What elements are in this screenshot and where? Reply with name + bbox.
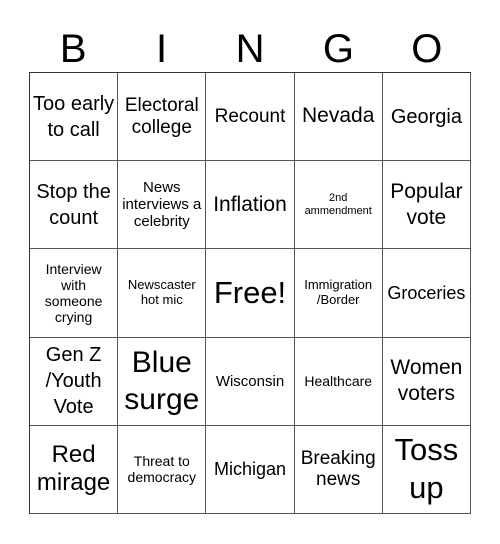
bingo-cell[interactable]: Immigration /Border xyxy=(294,249,383,338)
bingo-cell[interactable]: Red mirage xyxy=(30,425,119,514)
bingo-cell[interactable]: 2nd ammendment xyxy=(294,161,383,250)
header-letter-b: B xyxy=(59,27,87,71)
bingo-card: Too early to call Electoral college Reco… xyxy=(29,72,471,514)
bingo-cell[interactable]: Interview with someone crying xyxy=(30,249,119,338)
header-letter-g: G xyxy=(322,27,354,71)
header-letter-n: N xyxy=(235,27,265,71)
bingo-cell[interactable]: Threat to democracy xyxy=(118,425,207,514)
bingo-cell[interactable]: Electoral college xyxy=(118,73,207,162)
bingo-cell[interactable]: Michigan xyxy=(206,425,295,514)
bingo-cell[interactable]: Inflation xyxy=(206,161,295,250)
bingo-header: B I N G O xyxy=(29,26,471,72)
bingo-cell[interactable]: Blue surge xyxy=(118,337,207,426)
bingo-cell[interactable]: Nevada xyxy=(294,73,383,162)
bingo-cell[interactable]: Popular vote xyxy=(382,161,471,250)
bingo-cell[interactable]: Healthcare xyxy=(294,337,383,426)
header-letter-o: O xyxy=(411,27,443,71)
header-letter-i: I xyxy=(156,27,168,71)
bingo-cell[interactable]: Too early to call xyxy=(30,73,119,162)
bingo-cell[interactable]: Wisconsin xyxy=(206,337,295,426)
bingo-cell[interactable]: Groceries xyxy=(382,249,471,338)
bingo-cell[interactable]: Gen Z /Youth Vote xyxy=(30,337,119,426)
bingo-cell[interactable]: Breaking news xyxy=(294,425,383,514)
bingo-cell[interactable]: Recount xyxy=(206,73,295,162)
bingo-cell[interactable]: Georgia xyxy=(382,73,471,162)
bingo-cell[interactable]: Newscaster hot mic xyxy=(118,249,207,338)
bingo-cell[interactable]: Toss up xyxy=(382,425,471,514)
bingo-cell[interactable]: Women voters xyxy=(382,337,471,426)
bingo-cell[interactable]: News interviews a celebrity xyxy=(118,161,207,250)
free-space[interactable]: Free! xyxy=(206,249,295,338)
bingo-cell[interactable]: Stop the count xyxy=(30,161,119,250)
